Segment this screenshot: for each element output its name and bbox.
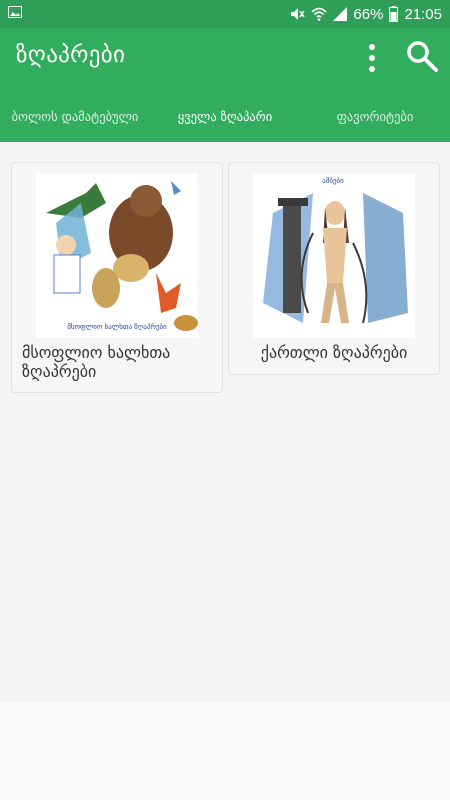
wifi-icon xyxy=(311,7,327,21)
book-grid: მსოფლიო ხალხთა ზღაპრები მსოფლიო ხალხთა ზ… xyxy=(0,142,450,702)
cover-caption: მსოფლიო ხალხთა ზღაპრები xyxy=(67,323,167,331)
battery-icon xyxy=(389,6,399,22)
bottom-empty-area xyxy=(0,702,450,800)
app-title: ზღაპრები xyxy=(16,42,126,68)
clock: 21:05 xyxy=(404,5,442,23)
search-icon[interactable] xyxy=(404,38,440,74)
tab-all-tales[interactable]: ყველა ზღაპარი xyxy=(150,90,300,142)
tab-favorites[interactable]: ფავორიტები xyxy=(300,90,450,142)
book-card[interactable]: ამბები ქართლი ზღაპრები xyxy=(228,162,440,375)
mute-icon xyxy=(291,8,306,20)
image-icon xyxy=(8,6,22,18)
cover-caption: ამბები xyxy=(322,177,344,185)
book-card[interactable]: მსოფლიო ხალხთა ზღაპრები მსოფლიო ხალხთა ზ… xyxy=(11,162,223,393)
status-bar: 66% 21:05 xyxy=(0,0,450,28)
book-title: მსოფლიო ხალხთა ზღაპრები xyxy=(22,343,171,381)
signal-icon xyxy=(333,7,348,21)
book-cover: მსოფლიო ხალხთა ზღაპრები xyxy=(36,173,198,338)
tab-bar: ბოლოს დამატებული ყველა ზღაპარი ფავორიტებ… xyxy=(0,90,450,142)
app-bar: ზღაპრები xyxy=(0,28,450,90)
book-title: ქართლი ზღაპრები xyxy=(260,343,408,362)
more-vert-icon[interactable] xyxy=(356,40,388,76)
tab-recently-added[interactable]: ბოლოს დამატებული xyxy=(0,90,150,142)
book-cover: ამბები xyxy=(253,173,415,338)
battery-percent: 66% xyxy=(353,5,384,23)
